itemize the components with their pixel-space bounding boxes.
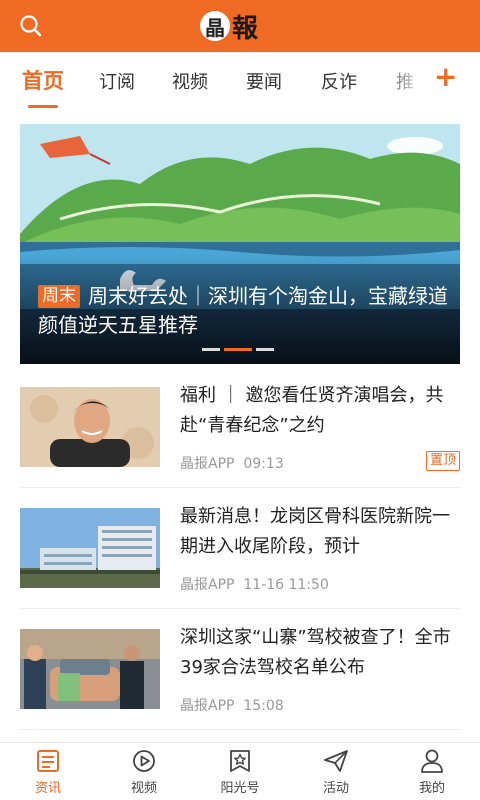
search-icon	[20, 15, 42, 37]
tab-video[interactable]: 视频	[172, 68, 208, 94]
news-title: 福利 ｜ 邀您看任贤齐演唱会，共赴“青春纪念”之约	[180, 385, 444, 436]
nav-activities[interactable]: 活动	[300, 747, 372, 796]
news-icon	[37, 750, 59, 772]
logo-text: 報	[232, 13, 259, 44]
news-thumbnail	[20, 629, 160, 709]
user-icon	[421, 749, 443, 773]
news-title: 深圳这家“山寨”驾校被查了！全市39家合法驾校名单公布	[180, 627, 451, 678]
news-meta: 晶报APP 15:08	[180, 695, 284, 715]
portrait-image	[20, 387, 160, 467]
divider	[20, 608, 460, 609]
tab-home[interactable]: 首页	[22, 65, 64, 95]
nav-sunshine[interactable]: 阳光号	[204, 747, 276, 796]
tab-subscribe[interactable]: 订阅	[99, 68, 135, 94]
news-item-3[interactable]: 深圳这家“山寨”驾校被查了！全市39家合法驾校名单公布 晶报APP 15:08	[20, 627, 460, 749]
nav-label: 活动	[322, 781, 349, 796]
news-time: 09:13	[243, 456, 284, 472]
news-item-1[interactable]: 福利 ｜ 邀您看任贤齐演唱会，共赴“青春纪念”之约 晶报APP 09:13 置顶	[20, 385, 460, 507]
nav-label: 资讯	[34, 781, 61, 796]
nav-label: 视频	[130, 781, 157, 796]
carousel-dots	[202, 348, 274, 351]
pinned-badge: 置顶	[425, 451, 460, 471]
news-time: 11-16 11:50	[243, 577, 329, 593]
news-item-2[interactable]: 最新消息！龙岗区骨科医院新院一期进入收尾阶段，预计 晶报APP 11-16 11…	[20, 506, 460, 628]
nav-label: 阳光号	[220, 781, 260, 796]
news-source: 晶报APP	[180, 577, 235, 593]
add-channel-button[interactable]: +	[434, 60, 457, 93]
tabs-fade	[380, 52, 426, 108]
search-button[interactable]	[18, 13, 44, 39]
channel-tabs: 首页 订阅 视频 要闻 反诈 推 +	[0, 52, 480, 112]
news-source: 晶报APP	[180, 456, 235, 472]
banner-title-text: 周末好去处｜深圳有个淘金山，宝藏绿道颜值逆天五星推荐	[38, 284, 448, 337]
play-icon	[133, 750, 155, 772]
featured-banner[interactable]: 周末 周末好去处｜深圳有个淘金山，宝藏绿道颜值逆天五星推荐	[20, 124, 460, 364]
news-thumbnail	[20, 508, 160, 588]
carousel-dot[interactable]	[256, 348, 274, 351]
divider	[20, 487, 460, 488]
news-time: 15:08	[243, 698, 284, 714]
bottom-nav: 资讯 视频 阳光号 活动 我的	[0, 742, 480, 800]
nav-label: 我的	[418, 781, 445, 796]
carousel-dot-active[interactable]	[224, 348, 252, 351]
nav-video[interactable]: 视频	[108, 747, 180, 796]
active-tab-indicator	[28, 105, 58, 108]
paper-plane-icon	[324, 750, 348, 772]
news-title: 最新消息！龙岗区骨科医院新院一期进入收尾阶段，预计	[180, 506, 450, 557]
logo-badge: 晶	[200, 11, 230, 41]
street-scene-image	[20, 629, 160, 709]
hospital-image	[20, 508, 160, 588]
app-logo: 晶 報	[200, 4, 258, 48]
top-bar: 晶 報	[0, 0, 480, 52]
news-source: 晶报APP	[180, 698, 235, 714]
banner-tag: 周末	[38, 285, 80, 308]
tab-anti-fraud[interactable]: 反诈	[321, 68, 357, 94]
divider	[20, 729, 460, 730]
star-badge-icon	[230, 750, 250, 772]
news-thumbnail	[20, 387, 160, 467]
tab-headlines[interactable]: 要闻	[246, 68, 282, 94]
news-meta: 晶报APP 09:13	[180, 453, 284, 473]
carousel-dot[interactable]	[202, 348, 220, 351]
news-meta: 晶报APP 11-16 11:50	[180, 574, 329, 594]
nav-news[interactable]: 资讯	[12, 747, 84, 796]
banner-title: 周末 周末好去处｜深圳有个淘金山，宝藏绿道颜值逆天五星推荐	[38, 282, 448, 340]
nav-profile[interactable]: 我的	[396, 747, 468, 796]
